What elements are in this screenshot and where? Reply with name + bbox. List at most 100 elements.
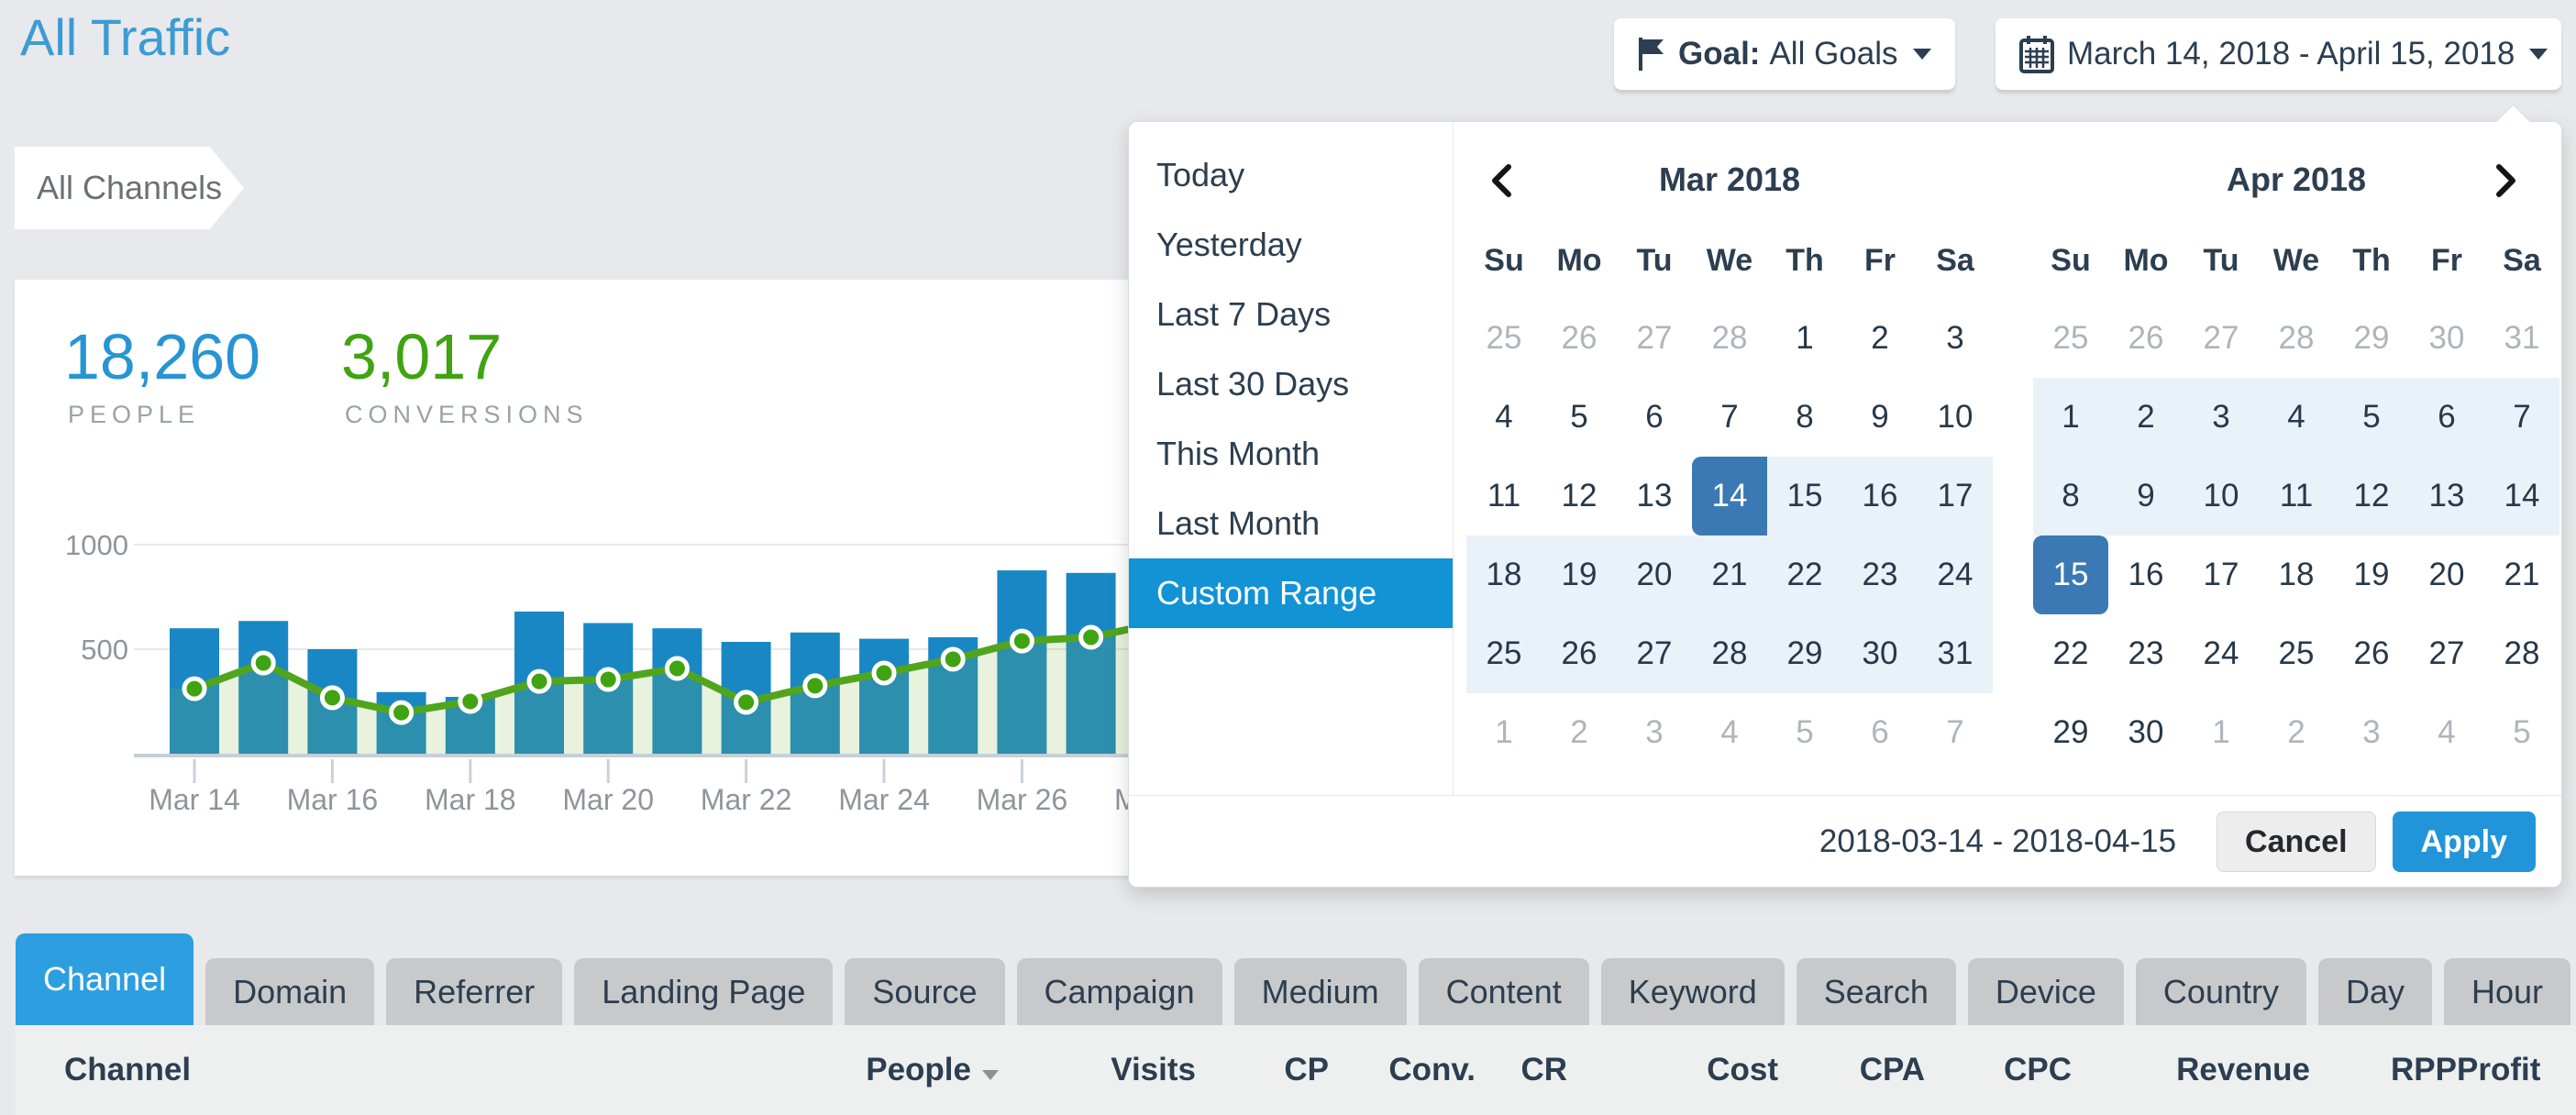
day-cell[interactable]: 5: [1542, 378, 1617, 457]
preset-last-7-days[interactable]: Last 7 Days: [1129, 280, 1453, 349]
day-cell[interactable]: 9: [1842, 378, 1918, 457]
tab-keyword[interactable]: Keyword: [1601, 958, 1785, 1025]
day-cell[interactable]: 4: [2259, 378, 2334, 457]
day-cell[interactable]: 1: [1767, 299, 1842, 378]
tab-medium[interactable]: Medium: [1234, 958, 1407, 1025]
day-cell[interactable]: 20: [2409, 535, 2484, 614]
day-cell[interactable]: 14: [1692, 457, 1767, 535]
day-cell[interactable]: 25: [2259, 614, 2334, 693]
date-range-button[interactable]: March 14, 2018 - April 15, 2018: [1996, 18, 2561, 90]
day-cell[interactable]: 26: [2108, 299, 2184, 378]
preset-last-30-days[interactable]: Last 30 Days: [1129, 349, 1453, 419]
day-cell[interactable]: 18: [1466, 535, 1542, 614]
day-cell[interactable]: 12: [2334, 457, 2409, 535]
column-header-profit[interactable]: Profit: [2457, 1052, 2539, 1088]
day-cell[interactable]: 4: [1692, 693, 1767, 772]
column-header-conv-[interactable]: Conv.: [1329, 1052, 1476, 1088]
day-cell[interactable]: 28: [2259, 299, 2334, 378]
tab-hour[interactable]: Hour: [2444, 958, 2570, 1025]
day-cell[interactable]: 19: [2334, 535, 2409, 614]
day-cell[interactable]: 11: [2259, 457, 2334, 535]
day-cell[interactable]: 3: [1918, 299, 1993, 378]
day-cell[interactable]: 21: [2484, 535, 2559, 614]
day-cell[interactable]: 25: [1466, 614, 1542, 693]
tab-search[interactable]: Search: [1797, 958, 1956, 1025]
tab-device[interactable]: Device: [1968, 958, 2124, 1025]
day-cell[interactable]: 30: [2108, 693, 2184, 772]
day-cell[interactable]: 5: [2334, 378, 2409, 457]
column-header-cpa[interactable]: CPA: [1778, 1052, 1925, 1088]
day-cell[interactable]: 8: [2033, 457, 2108, 535]
column-header-visits[interactable]: Visits: [999, 1052, 1196, 1088]
day-cell[interactable]: 3: [2184, 378, 2259, 457]
day-cell[interactable]: 28: [1692, 299, 1767, 378]
tab-country[interactable]: Country: [2136, 958, 2306, 1025]
day-cell[interactable]: 31: [1918, 614, 1993, 693]
goal-selector-button[interactable]: Goal: All Goals: [1614, 18, 1955, 90]
day-cell[interactable]: 19: [1542, 535, 1617, 614]
day-cell[interactable]: 8: [1767, 378, 1842, 457]
day-cell[interactable]: 1: [2184, 693, 2259, 772]
day-cell[interactable]: 3: [1617, 693, 1692, 772]
day-cell[interactable]: 26: [1542, 614, 1617, 693]
preset-this-month[interactable]: This Month: [1129, 419, 1453, 489]
day-cell[interactable]: 2: [1542, 693, 1617, 772]
column-header-rpp[interactable]: RPP: [2310, 1052, 2457, 1088]
day-cell[interactable]: 13: [1617, 457, 1692, 535]
day-cell[interactable]: 27: [2409, 614, 2484, 693]
day-cell[interactable]: 13: [2409, 457, 2484, 535]
preset-yesterday[interactable]: Yesterday: [1129, 210, 1453, 280]
tab-campaign[interactable]: Campaign: [1017, 958, 1222, 1025]
day-cell[interactable]: 6: [2409, 378, 2484, 457]
day-cell[interactable]: 15: [2033, 535, 2108, 614]
day-cell[interactable]: 6: [1617, 378, 1692, 457]
day-cell[interactable]: 27: [2184, 299, 2259, 378]
day-cell[interactable]: 27: [1617, 614, 1692, 693]
day-cell[interactable]: 22: [1767, 535, 1842, 614]
tab-landing-page[interactable]: Landing Page: [574, 958, 833, 1025]
day-cell[interactable]: 18: [2259, 535, 2334, 614]
day-cell[interactable]: 23: [1842, 535, 1918, 614]
day-cell[interactable]: 16: [2108, 535, 2184, 614]
tab-referrer[interactable]: Referrer: [386, 958, 562, 1025]
column-header-revenue[interactable]: Revenue: [2072, 1052, 2310, 1088]
day-cell[interactable]: 2: [2108, 378, 2184, 457]
tab-channel[interactable]: Channel: [16, 933, 193, 1025]
day-cell[interactable]: 14: [2484, 457, 2559, 535]
day-cell[interactable]: 5: [2484, 693, 2559, 772]
apply-button[interactable]: Apply: [2393, 811, 2536, 872]
day-cell[interactable]: 4: [2409, 693, 2484, 772]
preset-custom-range[interactable]: Custom Range: [1129, 558, 1453, 628]
day-cell[interactable]: 10: [1918, 378, 1993, 457]
tab-source[interactable]: Source: [845, 958, 1004, 1025]
day-cell[interactable]: 31: [2484, 299, 2559, 378]
column-header-people[interactable]: People: [769, 1052, 999, 1088]
day-cell[interactable]: 25: [1466, 299, 1542, 378]
day-cell[interactable]: 7: [2484, 378, 2559, 457]
day-cell[interactable]: 24: [2184, 614, 2259, 693]
breadcrumb-all-channels[interactable]: All Channels: [15, 147, 244, 229]
day-cell[interactable]: 26: [1542, 299, 1617, 378]
day-cell[interactable]: 7: [1918, 693, 1993, 772]
preset-last-month[interactable]: Last Month: [1129, 489, 1453, 558]
tab-domain[interactable]: Domain: [205, 958, 374, 1025]
tab-day[interactable]: Day: [2318, 958, 2432, 1025]
day-cell[interactable]: 17: [1918, 457, 1993, 535]
day-cell[interactable]: 4: [1466, 378, 1542, 457]
day-cell[interactable]: 25: [2033, 299, 2108, 378]
day-cell[interactable]: 1: [2033, 378, 2108, 457]
day-cell[interactable]: 30: [2409, 299, 2484, 378]
day-cell[interactable]: 10: [2184, 457, 2259, 535]
column-header-channel[interactable]: Channel: [64, 1052, 769, 1088]
day-cell[interactable]: 1: [1466, 693, 1542, 772]
day-cell[interactable]: 12: [1542, 457, 1617, 535]
day-cell[interactable]: 15: [1767, 457, 1842, 535]
day-cell[interactable]: 29: [2334, 299, 2409, 378]
day-cell[interactable]: 2: [1842, 299, 1918, 378]
column-header-cr[interactable]: CR: [1476, 1052, 1567, 1088]
day-cell[interactable]: 29: [2033, 693, 2108, 772]
day-cell[interactable]: 28: [1692, 614, 1767, 693]
tab-content[interactable]: Content: [1419, 958, 1589, 1025]
day-cell[interactable]: 24: [1918, 535, 1993, 614]
day-cell[interactable]: 29: [1767, 614, 1842, 693]
